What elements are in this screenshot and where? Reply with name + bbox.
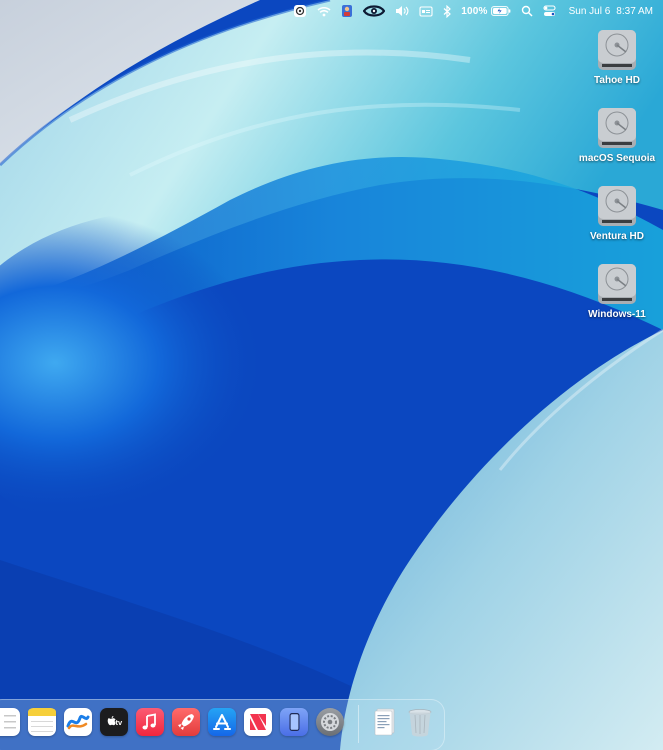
control-center-icon[interactable] (538, 1, 561, 21)
tv-label: tv (116, 718, 123, 727)
system-settings-icon[interactable] (288, 1, 312, 21)
hard-drive-icon (598, 186, 636, 226)
keyboard-icon[interactable] (414, 1, 438, 21)
news-icon[interactable] (244, 708, 272, 736)
eye-icon[interactable] (358, 1, 390, 21)
hard-drive-icon (598, 108, 636, 148)
battery-icon (490, 6, 511, 16)
drive-label: Ventura HD (590, 231, 644, 242)
trash-icon[interactable] (406, 708, 434, 737)
hard-drive-icon (598, 30, 636, 70)
apple-tv-icon[interactable]: tv (100, 708, 128, 736)
battery-status[interactable]: 100% (456, 1, 515, 21)
drive-label: Tahoe HD (594, 75, 640, 86)
documents-stack-icon[interactable] (371, 708, 399, 736)
volume-icon[interactable] (390, 1, 414, 21)
drive-tahoe-hd[interactable]: Tahoe HD (577, 28, 657, 86)
launchpad-icon[interactable] (172, 708, 200, 736)
menu-bar-clock[interactable]: Sun Jul 6 8:37 AM (561, 1, 663, 21)
battery-percent: 100% (461, 5, 488, 17)
music-icon[interactable] (136, 708, 164, 736)
system-settings-icon[interactable] (316, 708, 344, 736)
hard-drive-icon (598, 264, 636, 304)
drive-ventura-hd[interactable]: Ventura HD (577, 184, 657, 242)
desktop: 100% Sun Jul 6 8:37 AM Tahoe HD macOS Se… (0, 0, 663, 750)
clock-date: Sun Jul 6 (568, 5, 611, 17)
dock-separator (358, 705, 359, 743)
reminders-icon[interactable] (0, 708, 20, 736)
menu-bar: 100% Sun Jul 6 8:37 AM (0, 0, 663, 22)
app-icon[interactable] (336, 1, 358, 21)
spotlight-icon[interactable] (516, 1, 538, 21)
drive-label: Windows-11 (588, 309, 646, 320)
bluetooth-icon[interactable] (438, 1, 456, 21)
iphone-mirroring-icon[interactable] (280, 708, 308, 736)
wallpaper (0, 0, 663, 750)
drive-windows-11[interactable]: Windows-11 (577, 262, 657, 320)
drive-macos-sequoia[interactable]: macOS Sequoia (577, 106, 657, 164)
drive-label: macOS Sequoia (578, 153, 656, 164)
freeform-icon[interactable] (64, 708, 92, 736)
app-store-icon[interactable] (208, 708, 236, 736)
notes-icon[interactable] (28, 708, 56, 736)
wifi-icon[interactable] (312, 1, 336, 21)
clock-time: 8:37 AM (616, 5, 653, 17)
